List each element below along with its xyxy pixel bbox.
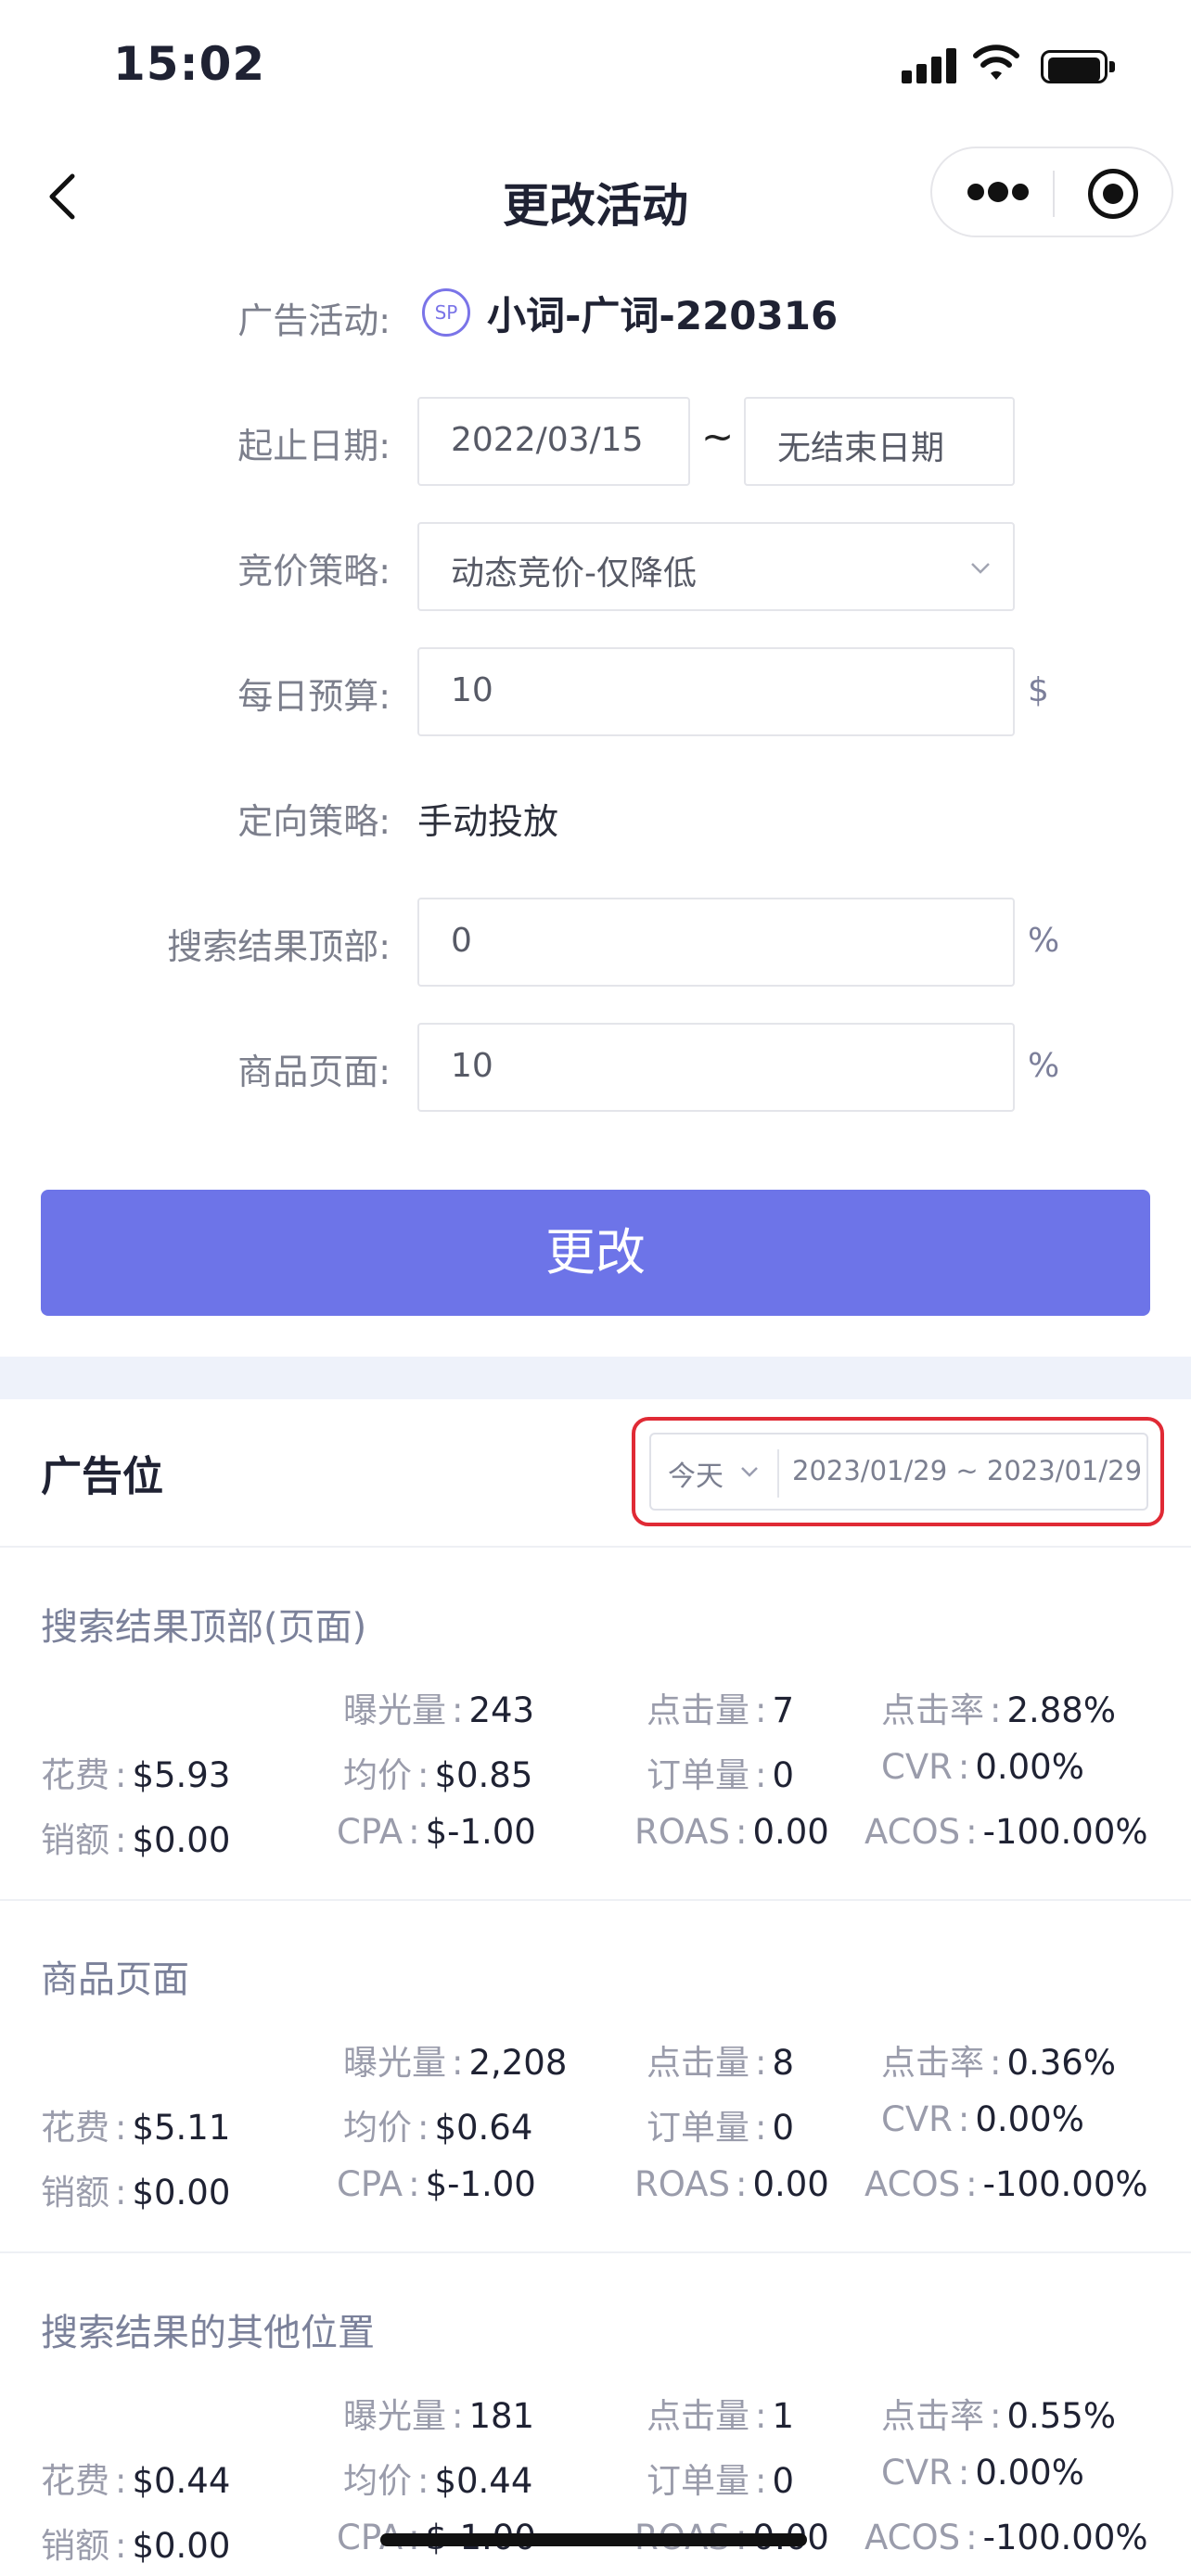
sales-metric: 销额: $0.00 xyxy=(41,2526,231,2566)
spend-metric: 花费: $0.44 xyxy=(41,2461,231,2501)
divider xyxy=(0,2251,1191,2253)
date-range-picker[interactable]: 今天 2023/01/29 ~ 2023/01/29 xyxy=(649,1433,1148,1511)
product-page-input[interactable]: 10 xyxy=(417,1023,1015,1112)
top-of-search-row: 搜索结果顶部: 0 % xyxy=(0,898,1191,987)
percent-unit: % xyxy=(1028,1047,1060,1085)
roas-metric: ROAS:0.00 xyxy=(634,2164,829,2204)
daily-budget-label: 每日预算: xyxy=(237,676,391,717)
nav-bar: 更改活动 xyxy=(0,139,1191,250)
placement-card-title: 商品页面 xyxy=(41,1958,189,2001)
date-range-row: 起止日期: 2022/03/15 ~ 无结束日期 xyxy=(0,397,1191,486)
cpc-metric: 均价: $0.85 xyxy=(343,1755,533,1795)
percent-unit: % xyxy=(1028,922,1060,960)
range-divider xyxy=(777,1449,779,1498)
cpc-metric: 均价: $0.44 xyxy=(343,2461,533,2501)
sp-badge: SP xyxy=(422,288,470,337)
product-page-label: 商品页面: xyxy=(237,1052,391,1092)
bid-strategy-label: 竞价策略: xyxy=(237,551,391,592)
bid-strategy-row: 竞价策略: 动态竞价-仅降低 xyxy=(0,522,1191,611)
orders-metric: 订单量:0 xyxy=(647,1755,795,1795)
impressions-metric: 曝光量:181 xyxy=(343,2396,535,2436)
impressions-metric: 曝光量:243 xyxy=(343,1690,535,1730)
acos-metric: ACOS: -100.00% xyxy=(864,2164,1148,2204)
more-icon[interactable] xyxy=(967,182,1029,202)
targeting-row: 定向策略: 手动投放 xyxy=(0,772,1191,861)
capsule-divider xyxy=(1053,171,1055,217)
section-divider xyxy=(0,1357,1191,1399)
battery-icon xyxy=(1041,50,1115,83)
clicks-metric: 点击量:7 xyxy=(647,1690,795,1730)
status-bar: 15:02 xyxy=(0,0,1191,139)
sales-metric: 销额: $0.00 xyxy=(41,2173,231,2213)
miniprogram-capsule xyxy=(930,147,1173,237)
wifi-icon xyxy=(973,45,1019,80)
clicks-metric: 点击量:8 xyxy=(647,2043,795,2083)
divider xyxy=(0,1546,1191,1548)
bid-strategy-select[interactable]: 动态竞价-仅降低 xyxy=(417,522,1015,611)
top-of-search-label: 搜索结果顶部: xyxy=(167,926,391,967)
chevron-down-icon xyxy=(971,563,990,574)
daily-budget-row: 每日预算: 10 $ xyxy=(0,647,1191,736)
ctr-metric: 点击率:0.55% xyxy=(881,2396,1117,2436)
placement-card-top-of-search: 搜索结果顶部(页面) 曝光量:243 点击量:7 点击率:2.88% 花费: $5… xyxy=(0,1597,1191,1949)
cpa-metric: CPA:$-1.00 xyxy=(337,1812,536,1852)
placement-section-title: 广告位 xyxy=(41,1453,163,1500)
orders-metric: 订单量:0 xyxy=(647,2108,795,2148)
cellular-signal-icon xyxy=(902,48,959,83)
cvr-metric: CVR:0.00% xyxy=(881,2453,1084,2493)
roas-metric: ROAS:0.00 xyxy=(634,1812,829,1852)
status-time: 15:02 xyxy=(113,37,266,91)
campaign-row: 广告活动: SP 小词-广词-220316 xyxy=(0,272,1191,361)
range-preset-dropdown[interactable]: 今天 xyxy=(668,1453,724,1494)
spend-metric: 花费: $5.11 xyxy=(41,2108,231,2148)
date-range-label: 起止日期: xyxy=(237,426,391,466)
submit-change-button[interactable]: 更改 xyxy=(41,1190,1150,1316)
acos-metric: ACOS: -100.00% xyxy=(864,1812,1148,1852)
cvr-metric: CVR:0.00% xyxy=(881,1747,1084,1787)
chevron-down-icon xyxy=(741,1467,758,1477)
daily-budget-input[interactable]: 10 xyxy=(417,647,1015,736)
placement-card-product-page: 商品页面 曝光量:2,208 点击量:8 点击率:0.36% 花费: $5.11 … xyxy=(0,1949,1191,2302)
spend-metric: 花费: $5.93 xyxy=(41,1755,231,1795)
page: 15:02 更改活动 广告活动: SP 小词-广词-220316 起止日期: 2… xyxy=(0,0,1191,2576)
close-miniprogram-icon[interactable] xyxy=(1088,169,1138,219)
start-date-field[interactable]: 2022/03/15 xyxy=(417,397,690,486)
targeting-label: 定向策略: xyxy=(237,801,391,842)
orders-metric: 订单量:0 xyxy=(647,2461,795,2501)
bid-strategy-value: 动态竞价-仅降低 xyxy=(451,555,697,593)
campaign-label: 广告活动: xyxy=(237,300,391,341)
sales-metric: 销额: $0.00 xyxy=(41,1820,231,1860)
targeting-value: 手动投放 xyxy=(417,801,559,842)
cvr-metric: CVR:0.00% xyxy=(881,2099,1084,2139)
acos-metric: ACOS: -100.00% xyxy=(864,2518,1148,2557)
currency-unit: $ xyxy=(1028,671,1049,709)
range-dates[interactable]: 2023/01/29 ~ 2023/01/29 xyxy=(792,1455,1142,1486)
campaign-name: 小词-广词-220316 xyxy=(487,293,839,338)
top-of-search-input[interactable]: 0 xyxy=(417,898,1015,987)
cpc-metric: 均价: $0.64 xyxy=(343,2108,533,2148)
home-indicator[interactable] xyxy=(380,2533,807,2546)
date-separator: ~ xyxy=(701,414,735,459)
ctr-metric: 点击率:0.36% xyxy=(881,2043,1117,2083)
placement-card-title: 搜索结果顶部(页面) xyxy=(41,1606,367,1649)
end-date-field[interactable]: 无结束日期 xyxy=(744,397,1015,486)
placement-card-title: 搜索结果的其他位置 xyxy=(41,2312,375,2354)
impressions-metric: 曝光量:2,208 xyxy=(343,2043,568,2083)
divider xyxy=(0,1899,1191,1901)
clicks-metric: 点击量:1 xyxy=(647,2396,795,2436)
product-page-row: 商品页面: 10 % xyxy=(0,1023,1191,1112)
ctr-metric: 点击率:2.88% xyxy=(881,1690,1117,1730)
cpa-metric: CPA:$-1.00 xyxy=(337,2164,536,2204)
